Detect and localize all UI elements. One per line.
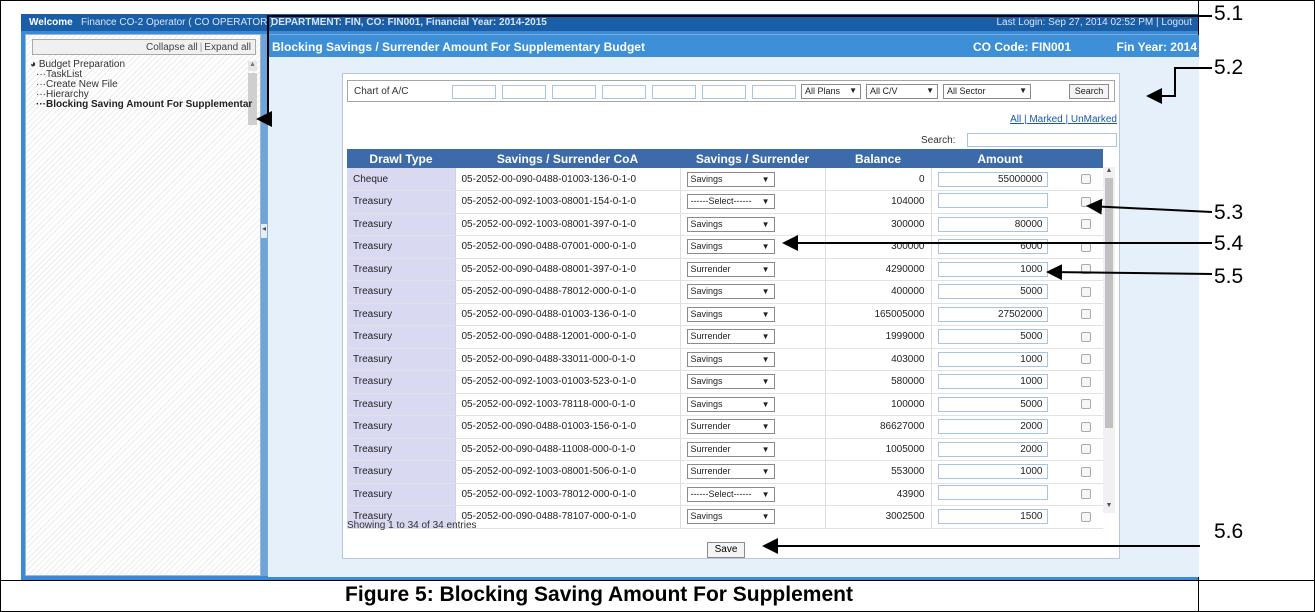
document-page: Welcome Finance CO-2 Operator ( CO OPERA… <box>0 0 1315 612</box>
callout-arrow-5-1 <box>256 15 1212 127</box>
callout-arrow-5-3 <box>1086 198 1213 215</box>
callout-arrows <box>256 15 1213 554</box>
callout-arrow-5-5 <box>1046 264 1213 281</box>
figure-caption: Figure 5: Blocking Saving Amount For Sup… <box>345 583 853 606</box>
callout-arrow-5-2 <box>1146 67 1212 104</box>
